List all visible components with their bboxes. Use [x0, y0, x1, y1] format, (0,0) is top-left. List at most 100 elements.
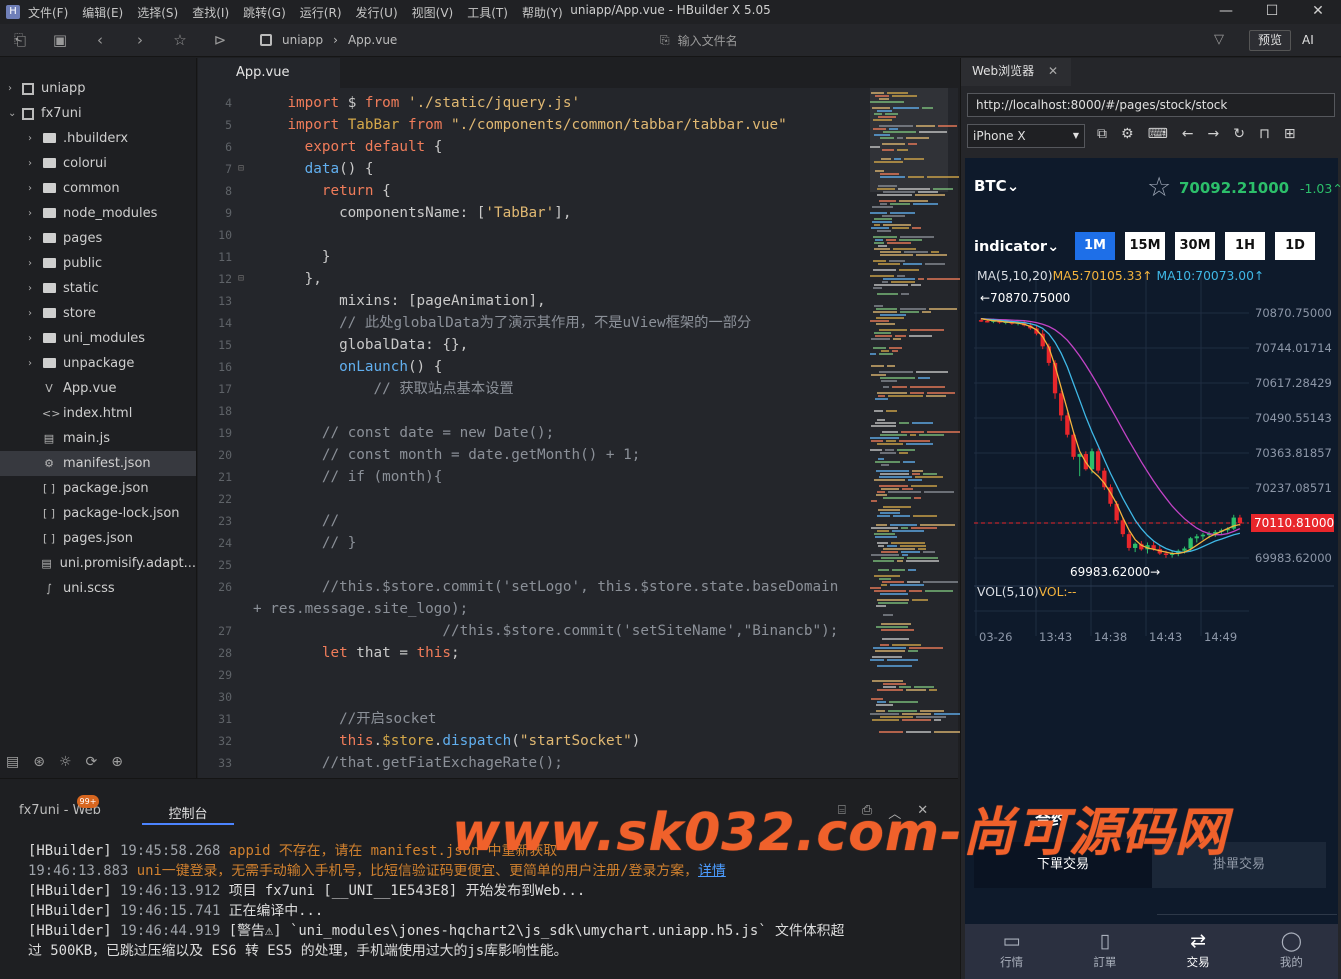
tab-app-vue[interactable]: App.vue — [198, 58, 340, 88]
debug-icon[interactable]: ☼ — [59, 754, 72, 770]
close-tab-icon[interactable]: ✕ — [1048, 64, 1058, 78]
device-select[interactable]: iPhone X ▼ — [967, 124, 1085, 148]
forward-icon[interactable]: › — [120, 31, 160, 49]
nav-item-0[interactable]: ▭ 行情 — [965, 924, 1058, 979]
open-external-icon[interactable]: ⧉ — [1097, 126, 1107, 142]
tree-arrow-icon[interactable]: › — [28, 233, 38, 244]
tree-item[interactable]: › static — [0, 276, 196, 301]
tree-arrow-icon[interactable]: › — [28, 308, 38, 319]
breadcrumb-file[interactable]: App.vue — [348, 33, 397, 47]
tree-arrow-icon[interactable]: › — [28, 208, 38, 219]
tree-arrow-icon[interactable]: › — [28, 358, 38, 369]
tree-arrow-icon[interactable]: › — [28, 333, 38, 344]
tree-item[interactable]: ⚙ manifest.json — [0, 451, 196, 476]
menu-item-3[interactable]: 查找(I) — [192, 4, 229, 21]
tab-web-browser[interactable]: Web浏览器 ✕ — [961, 58, 1071, 86]
new-file-icon[interactable]: ⎗ — [0, 31, 40, 49]
tree-item[interactable]: ▤ main.js — [0, 426, 196, 451]
code-line[interactable]: 26 //this.$store.commit('setLogo', this.… — [198, 576, 863, 598]
tree-item[interactable]: ▤ uni.promisify.adapt... — [0, 551, 196, 576]
bookmark-star-icon[interactable]: ☆ — [160, 31, 200, 49]
breadcrumb-project[interactable]: uniapp — [282, 33, 323, 47]
code-line[interactable]: 31 //开启socket — [198, 708, 863, 730]
code-line[interactable]: 23 // — [198, 510, 863, 532]
code-line[interactable]: 11 } — [198, 246, 863, 268]
back-arrow-icon[interactable]: ← — [1182, 126, 1194, 142]
tab-console[interactable]: 控制台 — [142, 803, 234, 825]
code-line[interactable]: 22 — [198, 488, 863, 510]
maximize-button[interactable]: ☐ — [1249, 0, 1295, 24]
code-line[interactable]: 13 mixins: [pageAnimation], — [198, 290, 863, 312]
code-line[interactable]: 27 //this.$store.commit('setSiteName',"B… — [198, 620, 863, 642]
url-input[interactable]: http://localhost:8000/#/pages/stock/stoc… — [967, 93, 1335, 117]
tree-item[interactable]: ∫ uni.scss — [0, 576, 196, 601]
code-line[interactable]: 30 — [198, 686, 863, 708]
code-line[interactable]: 24 // } — [198, 532, 863, 554]
globe-icon[interactable]: ⊕ — [111, 754, 123, 770]
period-button-30m[interactable]: 30M — [1175, 232, 1215, 260]
code-line[interactable]: 9 componentsName: ['TabBar'], — [198, 202, 863, 224]
tree-item[interactable]: › store — [0, 301, 196, 326]
menu-item-0[interactable]: 文件(F) — [28, 4, 68, 21]
menu-item-9[interactable]: 帮助(Y) — [522, 4, 563, 21]
code-line[interactable]: 25 — [198, 554, 863, 576]
qr-code-icon[interactable]: ⊞ — [1284, 126, 1296, 142]
code-line[interactable]: 15 globalData: {}, — [198, 334, 863, 356]
tree-item[interactable]: › uni_modules — [0, 326, 196, 351]
symbol-selector[interactable]: BTC⌄ — [974, 177, 1019, 195]
close-window-button[interactable]: ✕ — [1295, 0, 1341, 24]
tree-arrow-icon[interactable]: › — [8, 83, 18, 94]
minimap[interactable] — [870, 92, 967, 772]
refresh-icon[interactable]: ↻ — [1233, 126, 1245, 142]
tree-item[interactable]: › uniapp — [0, 76, 196, 101]
code-line[interactable]: 18 — [198, 400, 863, 422]
tree-item[interactable]: [ ] package.json — [0, 476, 196, 501]
tree-item[interactable]: <> index.html — [0, 401, 196, 426]
tree-item[interactable]: ⌄ fx7uni — [0, 101, 196, 126]
ai-button[interactable]: AI — [1302, 30, 1324, 51]
code-line[interactable]: 16 onLaunch() { — [198, 356, 863, 378]
code-line[interactable]: + res.message.site_logo); — [198, 598, 863, 620]
code-line[interactable]: 17 // 获取站点基本设置 — [198, 378, 863, 400]
code-area[interactable]: 4 import $ from './static/jquery.js' 5 im… — [198, 92, 863, 774]
menu-item-5[interactable]: 运行(R) — [300, 4, 342, 21]
plugin-icon[interactable]: ⊛ — [33, 754, 45, 770]
nav-item-1[interactable]: ▯ 訂單 — [1058, 924, 1151, 979]
period-button-1h[interactable]: 1H — [1225, 232, 1265, 260]
menu-item-7[interactable]: 视图(V) — [412, 4, 454, 21]
tree-arrow-icon[interactable]: ⌄ — [8, 108, 18, 119]
code-line[interactable]: 21 // if (month){ — [198, 466, 863, 488]
menu-item-1[interactable]: 编辑(E) — [82, 4, 123, 21]
code-line[interactable]: 4 import $ from './static/jquery.js' — [198, 92, 863, 114]
code-line[interactable]: 20 // const month = date.getMonth() + 1; — [198, 444, 863, 466]
minimize-button[interactable]: — — [1203, 0, 1249, 24]
tree-arrow-icon[interactable]: › — [28, 183, 38, 194]
code-line[interactable]: 7 ⊟ data() { — [198, 158, 863, 180]
tree-item[interactable]: [ ] package-lock.json — [0, 501, 196, 526]
fold-toggle-icon[interactable]: ⊟ — [238, 268, 244, 290]
nav-item-2[interactable]: ⇄ 交易 — [1152, 924, 1245, 979]
file-search-input[interactable]: ⎘ 输入文件名 — [660, 30, 1200, 50]
tree-item[interactable]: › common — [0, 176, 196, 201]
period-button-15m[interactable]: 15M — [1125, 232, 1165, 260]
tree-item[interactable]: › node_modules — [0, 201, 196, 226]
menu-item-6[interactable]: 发行(U) — [356, 4, 398, 21]
nav-item-3[interactable]: ◯ 我的 — [1245, 924, 1338, 979]
code-line[interactable]: 33 //that.getFiatExchageRate(); — [198, 752, 863, 774]
code-line[interactable]: 29 — [198, 664, 863, 686]
filter-icon[interactable]: ▽ — [1214, 32, 1224, 47]
code-line[interactable]: 6 export default { — [198, 136, 863, 158]
settings-gear-icon[interactable]: ⚙ — [1121, 126, 1134, 142]
tree-item[interactable]: › .hbuilderx — [0, 126, 196, 151]
code-line[interactable]: 8 return { — [198, 180, 863, 202]
run-icon[interactable]: ⊳ — [200, 31, 240, 49]
code-line[interactable]: 14 // 此处globalData为了演示其作用，不是uView框架的一部分 — [198, 312, 863, 334]
period-button-1d[interactable]: 1D — [1275, 232, 1315, 260]
code-line[interactable]: 12 ⊟ }, — [198, 268, 863, 290]
preview-button[interactable]: 预览 — [1249, 30, 1291, 51]
tree-item[interactable]: [ ] pages.json — [0, 526, 196, 551]
lock-icon[interactable]: ⊓ — [1259, 126, 1270, 142]
period-button-1m[interactable]: 1M — [1075, 232, 1115, 260]
code-line[interactable]: 28 let that = this; — [198, 642, 863, 664]
code-line[interactable]: 10 — [198, 224, 863, 246]
